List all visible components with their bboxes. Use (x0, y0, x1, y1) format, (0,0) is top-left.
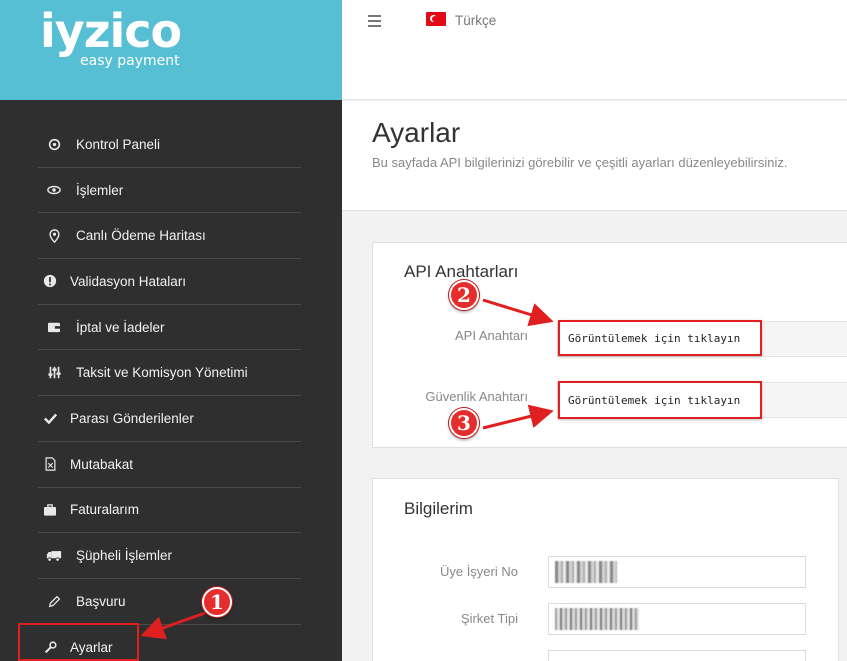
step-badge-1: 1 (202, 587, 232, 617)
sidebar-item-mutabakat[interactable]: Mutabakat (38, 442, 301, 488)
turkey-flag-icon[interactable] (426, 12, 446, 26)
sidebar-item-label: Parası Gönderilenler (70, 410, 194, 426)
page-title: Ayarlar (372, 117, 461, 148)
sidebar-item-islemler[interactable]: İşlemler (38, 168, 301, 214)
sidebar-menu: Kontrol Paneli İşlemler Canlı Ödeme Hari… (38, 122, 301, 661)
next-field[interactable] (548, 650, 806, 661)
page-subtitle: Bu sayfada API bilgilerinizi görebilir v… (372, 155, 788, 170)
step-badge-3: 3 (449, 408, 479, 438)
sidebar-item-validasyon-hatalari[interactable]: Validasyon Hataları (38, 259, 301, 305)
company-type-label: Şirket Tipi (460, 611, 518, 626)
merchant-no-field[interactable] (548, 556, 806, 588)
map-pin-icon (40, 228, 68, 243)
sidebar-item-label: Şüpheli İşlemler (76, 548, 173, 564)
sidebar-item-canli-odeme-haritasi[interactable]: Canlı Ödeme Haritası (38, 213, 301, 260)
sidebar-item-iptal-ve-iadeler[interactable]: İptal ve İadeler (38, 305, 301, 351)
page-header: Ayarlar Bu sayfada API bilgilerinizi gör… (342, 101, 847, 211)
briefcase-icon (40, 504, 60, 516)
sidebar-item-parasi-gonderilenler[interactable]: Parası Gönderilenler (38, 396, 301, 442)
sidebar-item-label: Canlı Ödeme Haritası (76, 228, 206, 244)
sidebar-item-label: İptal ve İadeler (76, 319, 165, 335)
brand-logo[interactable]: iyzico (40, 8, 182, 54)
sidebar-item-taksit-ve-komisyon[interactable]: Taksit ve Komisyon Yönetimi (38, 350, 301, 397)
alert-icon (40, 274, 60, 288)
merchant-no-label: Üye İşyeri No (439, 564, 518, 579)
sliders-icon (40, 366, 68, 379)
check-icon (40, 413, 60, 424)
language-selector[interactable]: Türkçe (455, 13, 496, 28)
sidebar-item-label: Başvuru (76, 593, 126, 609)
sidebar-item-faturalarim[interactable]: Faturalarım (38, 488, 301, 534)
sidebar-item-label: Mutabakat (70, 456, 134, 472)
sidebar-item-basvuru[interactable]: Başvuru (38, 579, 301, 625)
api-keys-title: API Anahtarları (404, 262, 519, 281)
sidebar-item-supheli-islemler[interactable]: Şüpheli İşlemler (38, 533, 301, 579)
secret-key-reveal-button[interactable]: Görüntülemek için tıklayın (558, 381, 762, 419)
ayarlar-highlight (18, 623, 139, 661)
pencil-icon (40, 595, 68, 608)
sidebar-item-kontrol-paneli[interactable]: Kontrol Paneli (38, 122, 301, 168)
truck-icon (40, 550, 68, 562)
eye-icon (40, 185, 68, 195)
dashboard-icon (40, 138, 68, 151)
sidebar-item-label: Faturalarım (70, 502, 140, 518)
top-header: Türkçe (342, 0, 847, 100)
info-panel-title: Bilgilerim (404, 499, 473, 518)
sidebar-item-label: Taksit ve Komisyon Yönetimi (76, 365, 248, 381)
api-key-label: API Anahtarı (455, 328, 528, 343)
brand-tagline: easy payment (80, 53, 180, 69)
file-excel-icon (40, 457, 60, 471)
sidebar-item-label: Validasyon Hataları (70, 273, 187, 289)
menu-toggle-icon[interactable] (368, 15, 381, 27)
step-badge-2: 2 (449, 280, 479, 310)
sidebar: iyzico easy payment Kontrol Paneli İşlem… (0, 0, 342, 661)
logo-area: iyzico easy payment (0, 0, 342, 100)
secret-key-label: Güvenlik Anahtarı (425, 389, 528, 404)
redacted-value (555, 608, 639, 630)
sidebar-item-label: Kontrol Paneli (76, 136, 161, 152)
api-key-reveal-button[interactable]: Görüntülemek için tıklayın (558, 320, 762, 356)
company-type-field[interactable] (548, 603, 806, 635)
wallet-icon (40, 321, 68, 333)
sidebar-item-label: İşlemler (76, 182, 124, 198)
redacted-value (555, 561, 617, 583)
